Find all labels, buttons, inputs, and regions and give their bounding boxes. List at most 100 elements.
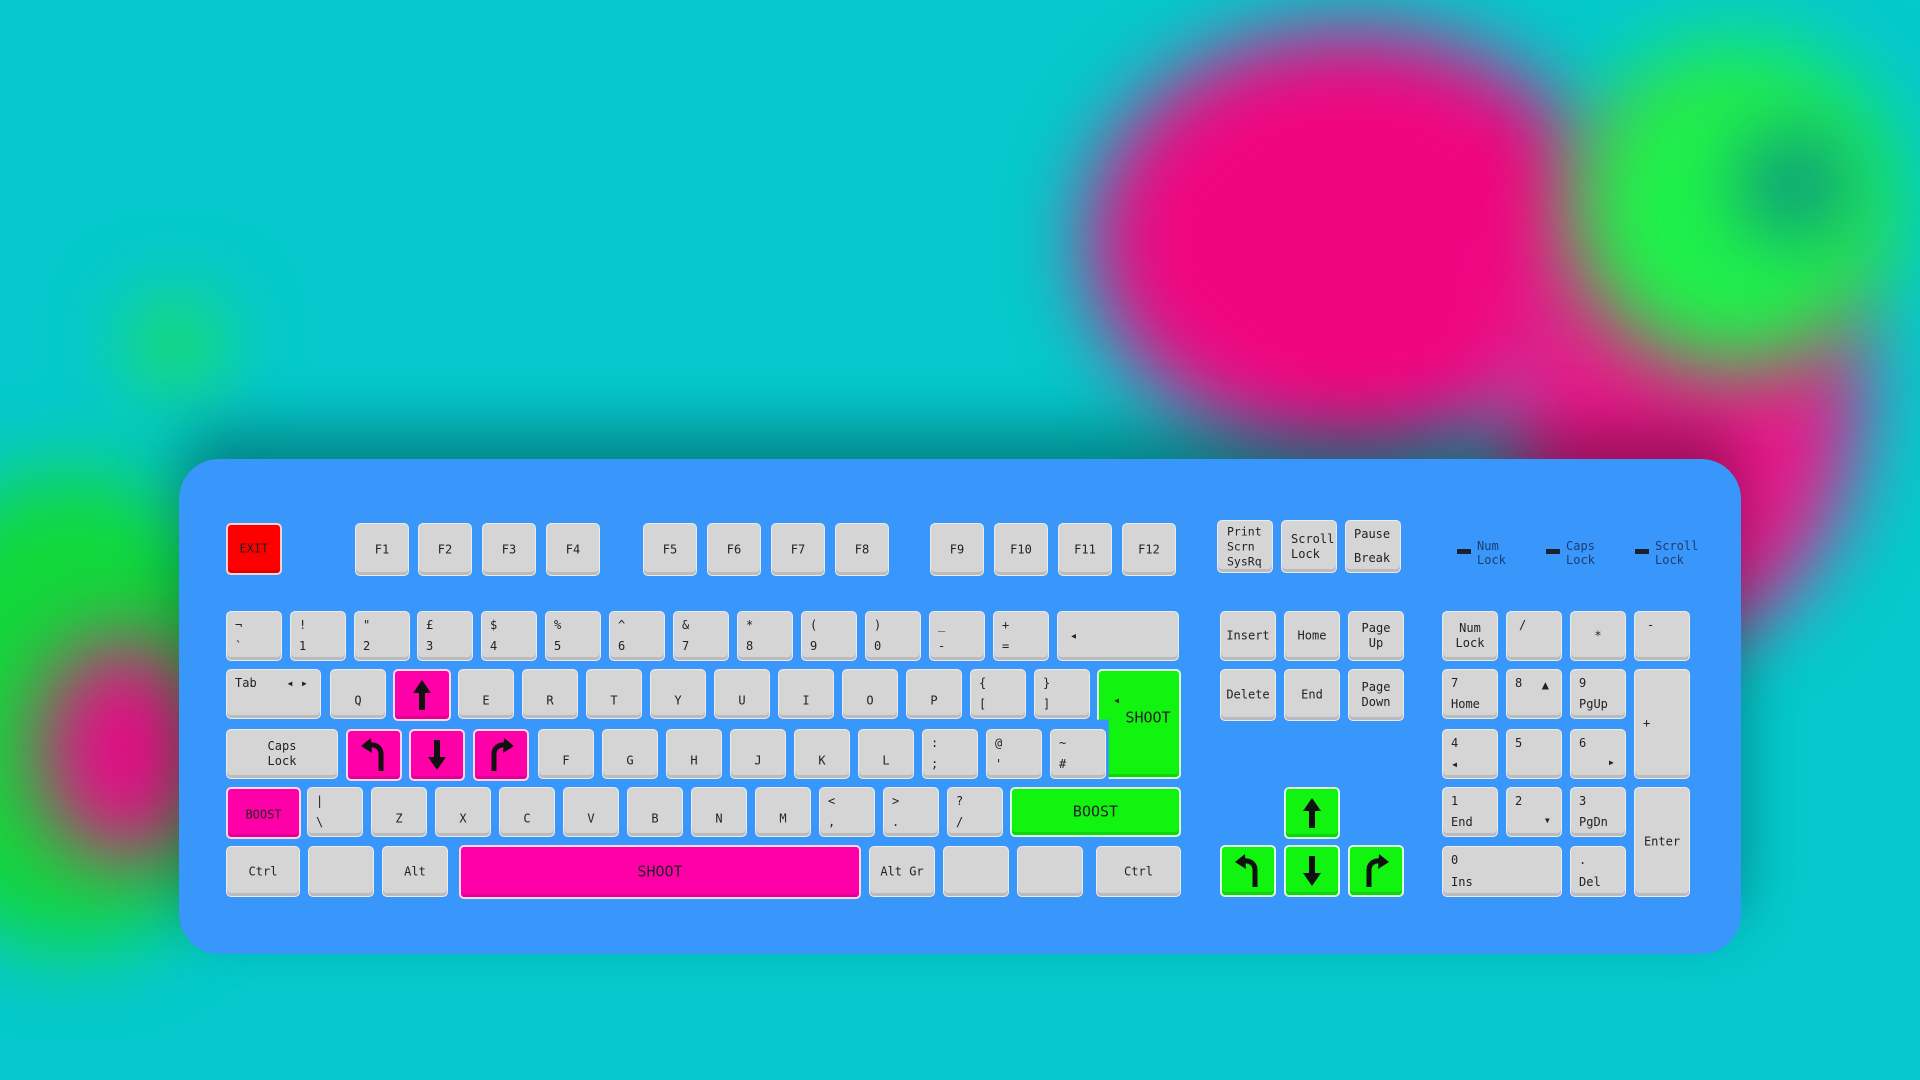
- key-f7[interactable]: F7: [771, 523, 825, 576]
- key-h[interactable]: H: [666, 729, 722, 779]
- key-print-screen[interactable]: Print Scrn SysRq: [1217, 520, 1273, 573]
- key-e[interactable]: E: [458, 669, 514, 719]
- key-num-lock[interactable]: Num Lock: [1442, 611, 1498, 661]
- key-kp-4[interactable]: 4 ◂: [1442, 729, 1498, 779]
- key-3[interactable]: £3: [417, 611, 473, 661]
- key-z[interactable]: Z: [371, 787, 427, 837]
- key-semicolon[interactable]: :;: [922, 729, 978, 779]
- key-kp-enter[interactable]: Enter: [1634, 787, 1690, 897]
- key-kp-8[interactable]: 8 ▲: [1506, 669, 1562, 719]
- left-shift-boost-key[interactable]: BOOST: [226, 787, 301, 839]
- key-v[interactable]: V: [563, 787, 619, 837]
- key-hash[interactable]: ~ #: [1050, 729, 1106, 779]
- key-home[interactable]: Home: [1284, 611, 1340, 661]
- key-left-win[interactable]: [308, 846, 374, 897]
- key-l[interactable]: L: [858, 729, 914, 779]
- key-kp-1[interactable]: 1 End: [1442, 787, 1498, 837]
- key-f10[interactable]: F10: [994, 523, 1048, 576]
- key-kp-slash[interactable]: /: [1506, 611, 1562, 661]
- key-slash[interactable]: ? /: [947, 787, 1003, 837]
- key-kp-dot[interactable]: . Del: [1570, 846, 1626, 897]
- key-5[interactable]: % 5: [545, 611, 601, 661]
- key-g[interactable]: G: [602, 729, 658, 779]
- key-kp-star[interactable]: *: [1570, 611, 1626, 661]
- key-n[interactable]: N: [691, 787, 747, 837]
- key-left-ctrl[interactable]: Ctrl: [226, 846, 300, 897]
- key-grave[interactable]: ¬ `: [226, 611, 282, 661]
- arrow-left-key[interactable]: [1220, 845, 1276, 897]
- key-period[interactable]: >.: [883, 787, 939, 837]
- key-u[interactable]: U: [714, 669, 770, 719]
- key-r[interactable]: R: [522, 669, 578, 719]
- key-f3[interactable]: F3: [482, 523, 536, 576]
- key-f9[interactable]: F9: [930, 523, 984, 576]
- key-f5[interactable]: F5: [643, 523, 697, 576]
- key-left-alt[interactable]: Alt: [382, 846, 448, 897]
- key-scroll-lock[interactable]: Scroll Lock: [1281, 520, 1337, 573]
- key-f8[interactable]: F8: [835, 523, 889, 576]
- key-f6[interactable]: F6: [707, 523, 761, 576]
- arrow-down-key[interactable]: [1284, 845, 1340, 897]
- key-insert[interactable]: Insert: [1220, 611, 1276, 661]
- key-6[interactable]: ^ 6: [609, 611, 665, 661]
- exit-key[interactable]: EXIT: [226, 523, 282, 575]
- key-minus[interactable]: _ -: [929, 611, 985, 661]
- key-page-down[interactable]: Page Down: [1348, 669, 1404, 721]
- key-f12[interactable]: F12: [1122, 523, 1176, 576]
- key-9[interactable]: (9: [801, 611, 857, 661]
- key-right-bracket[interactable]: }]: [1034, 669, 1090, 719]
- key-p[interactable]: P: [906, 669, 962, 719]
- key-kp-3[interactable]: 3 PgDn: [1570, 787, 1626, 837]
- key-kp-7[interactable]: 7 Home: [1442, 669, 1498, 719]
- key-8[interactable]: * 8: [737, 611, 793, 661]
- key-w-thrust[interactable]: [393, 669, 451, 721]
- key-kp-9[interactable]: 9 PgUp: [1570, 669, 1626, 719]
- key-x[interactable]: X: [435, 787, 491, 837]
- key-tab[interactable]: Tab ◂ ▸: [226, 669, 321, 719]
- key-f2[interactable]: F2: [418, 523, 472, 576]
- key-kp-5[interactable]: 5: [1506, 729, 1562, 779]
- key-o[interactable]: O: [842, 669, 898, 719]
- key-4[interactable]: $4: [481, 611, 537, 661]
- key-alt-gr[interactable]: Alt Gr: [869, 846, 935, 897]
- key-f1[interactable]: F1: [355, 523, 409, 576]
- key-c[interactable]: C: [499, 787, 555, 837]
- key-end[interactable]: End: [1284, 669, 1340, 721]
- key-f[interactable]: F: [538, 729, 594, 779]
- key-7[interactable]: & 7: [673, 611, 729, 661]
- key-j[interactable]: J: [730, 729, 786, 779]
- key-kp-minus[interactable]: -: [1634, 611, 1690, 661]
- key-f4[interactable]: F4: [546, 523, 600, 576]
- key-t[interactable]: T: [586, 669, 642, 719]
- key-equals[interactable]: + =: [993, 611, 1049, 661]
- key-q[interactable]: Q: [330, 669, 386, 719]
- key-k[interactable]: K: [794, 729, 850, 779]
- key-i[interactable]: I: [778, 669, 834, 719]
- enter-shoot-key[interactable]: ◂ SHOOT: [1097, 669, 1181, 779]
- key-kp-plus[interactable]: +: [1634, 669, 1690, 779]
- key-quote[interactable]: @ ': [986, 729, 1042, 779]
- key-f11[interactable]: F11: [1058, 523, 1112, 576]
- key-pause[interactable]: Pause Break: [1345, 520, 1401, 573]
- spacebar-shoot-key[interactable]: SHOOT: [459, 845, 861, 899]
- key-backspace[interactable]: ◂: [1057, 611, 1179, 661]
- arrow-up-key[interactable]: [1284, 787, 1340, 839]
- right-shift-boost-key[interactable]: BOOST: [1010, 787, 1181, 837]
- key-caps-lock[interactable]: Caps Lock: [226, 729, 338, 779]
- key-s-reverse[interactable]: [409, 729, 465, 781]
- key-left-bracket[interactable]: {[: [970, 669, 1026, 719]
- key-m[interactable]: M: [755, 787, 811, 837]
- key-menu[interactable]: [1017, 846, 1083, 897]
- key-kp-2[interactable]: 2 ▾: [1506, 787, 1562, 837]
- key-d-rotate-right[interactable]: [473, 729, 529, 781]
- key-b[interactable]: B: [627, 787, 683, 837]
- key-0[interactable]: ) 0: [865, 611, 921, 661]
- key-delete[interactable]: Delete: [1220, 669, 1276, 721]
- key-y[interactable]: Y: [650, 669, 706, 719]
- key-2[interactable]: " 2: [354, 611, 410, 661]
- key-right-win[interactable]: [943, 846, 1009, 897]
- key-kp-0[interactable]: 0 Ins: [1442, 846, 1562, 897]
- key-page-up[interactable]: Page Up: [1348, 611, 1404, 661]
- key-comma[interactable]: <,: [819, 787, 875, 837]
- key-1[interactable]: ! 1: [290, 611, 346, 661]
